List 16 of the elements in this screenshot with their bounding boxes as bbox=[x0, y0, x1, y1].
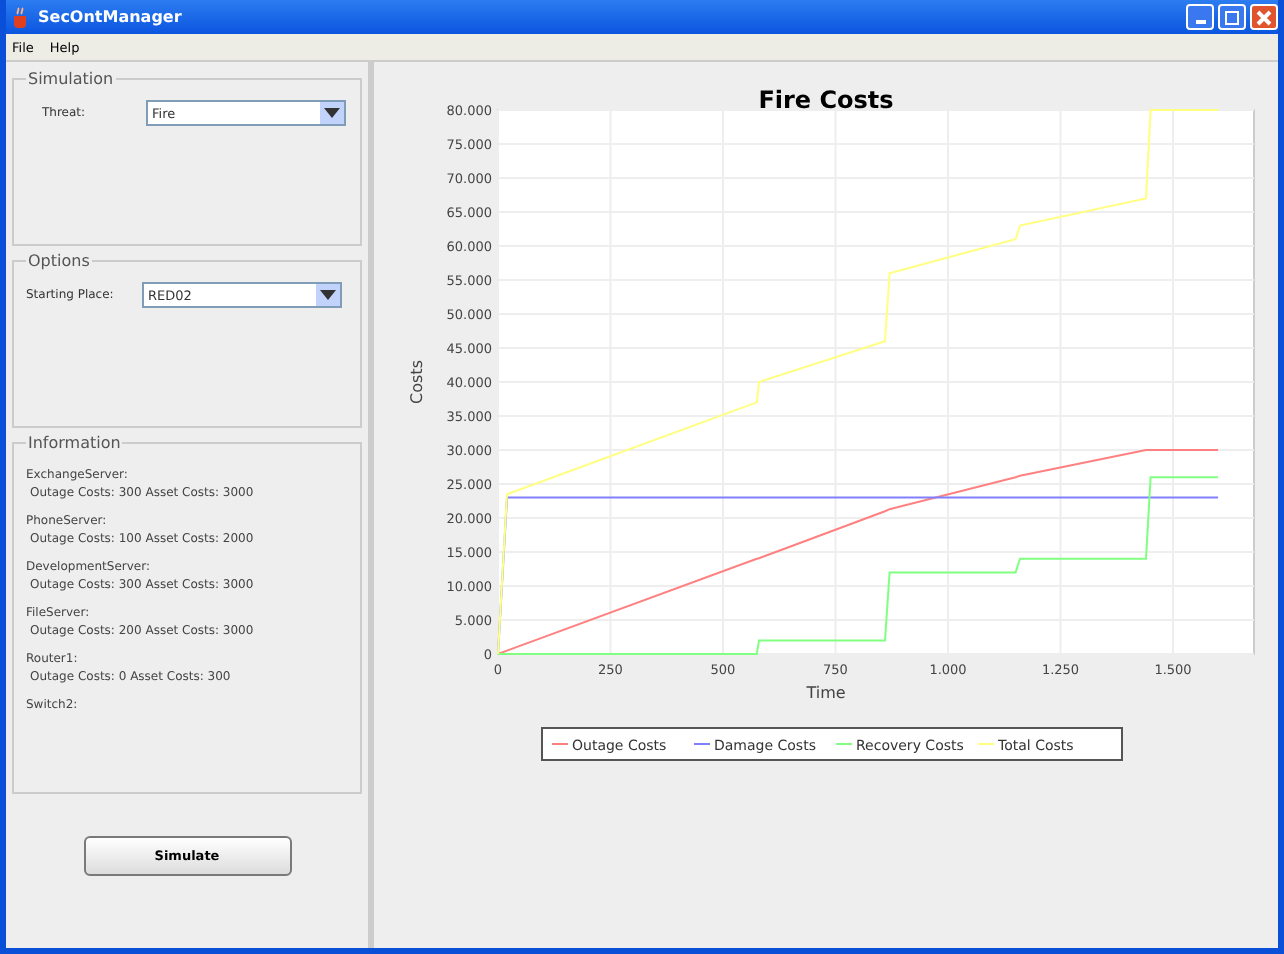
close-button[interactable] bbox=[1250, 4, 1278, 30]
minimize-button[interactable] bbox=[1186, 4, 1214, 30]
maximize-button[interactable] bbox=[1218, 4, 1246, 30]
group-title: Information bbox=[26, 434, 123, 452]
dropdown-arrow-icon bbox=[320, 290, 336, 300]
dropdown-arrow-icon bbox=[324, 108, 340, 118]
minimize-icon bbox=[1195, 20, 1205, 24]
group-title: Simulation bbox=[26, 70, 116, 88]
y-axis-label: Costs bbox=[408, 360, 426, 404]
chart-title: Fire Costs bbox=[758, 86, 894, 114]
close-icon bbox=[1256, 9, 1272, 25]
x-axis-label: Time bbox=[806, 684, 846, 702]
coffee-cup-icon bbox=[10, 5, 30, 29]
group-title: Options bbox=[26, 252, 92, 270]
maximize-icon bbox=[1224, 9, 1240, 25]
window-title: SecOntManager bbox=[38, 8, 182, 26]
